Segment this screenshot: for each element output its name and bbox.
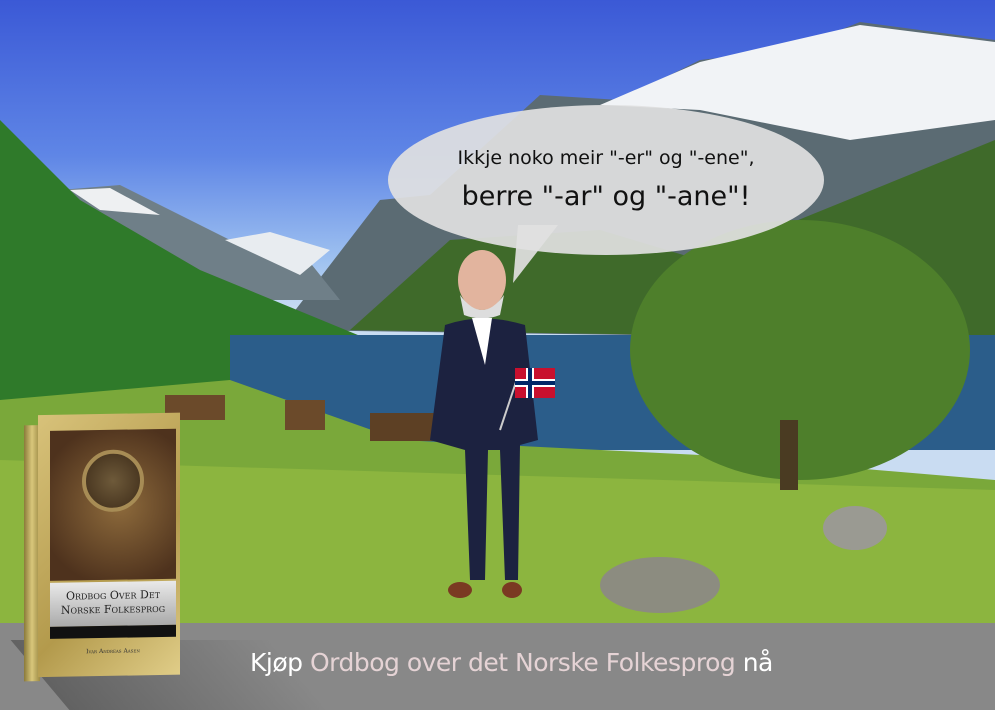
man-with-flag (430, 250, 555, 598)
book-band (50, 624, 176, 639)
speech-bubble: Ikkje noko meir "-er" og "-ene", berre "… (388, 105, 824, 283)
cta-suffix: nå (742, 648, 774, 677)
cta-text[interactable]: Kjøp Ordbog over det Norske Folkesprog n… (250, 648, 773, 677)
speech-line-1: Ikkje noko meir "-er" og "-ene", (457, 147, 755, 169)
book-title: Ordbog Over Det Norske Folkesprog (50, 580, 176, 627)
speech-line-2: berre "-ar" og "-ane"! (461, 181, 751, 212)
book-art (50, 428, 176, 581)
compass-icon (82, 449, 144, 513)
book-cover[interactable]: Ordbog Over Det Norske Folkesprog Ivar A… (24, 412, 180, 682)
cta-prefix: Kjøp (250, 648, 303, 677)
book-front: Ordbog Over Det Norske Folkesprog Ivar A… (38, 412, 180, 678)
norwegian-flag (515, 368, 555, 398)
cta-title[interactable]: Ordbog over det Norske Folkesprog (310, 648, 736, 677)
book-title-line2: Norske Folkesprog (60, 601, 166, 617)
book-author: Ivar Andreas Aasen (86, 647, 140, 656)
